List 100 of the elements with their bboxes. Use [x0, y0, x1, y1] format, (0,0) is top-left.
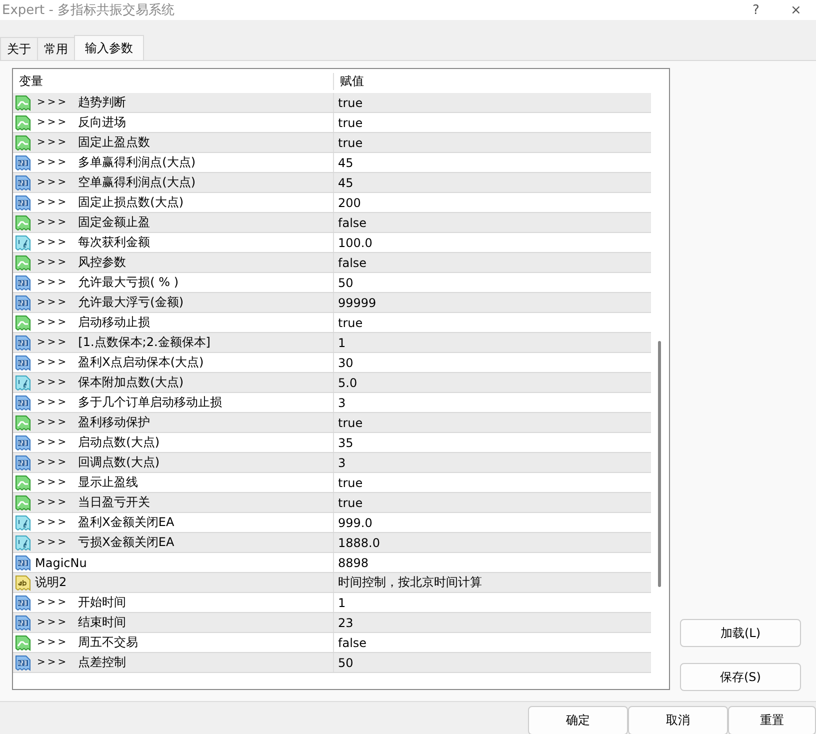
parameter-name: 显示止盈线	[78, 474, 138, 491]
parameter-name: MagicNu	[35, 556, 87, 570]
parameter-name: 盈利移动保护	[78, 414, 150, 431]
parameter-value[interactable]: false	[334, 216, 367, 230]
parameter-value[interactable]: true	[334, 416, 363, 430]
parameter-value[interactable]: 3	[334, 456, 346, 470]
number-icon	[15, 594, 31, 610]
parameter-value[interactable]: false	[334, 636, 367, 650]
parameter-name: 当日盈亏开关	[78, 494, 150, 511]
parameter-value[interactable]: 45	[334, 176, 354, 190]
tab[interactable]: 输入参数	[74, 35, 144, 60]
prefix-marker: >>>	[37, 317, 68, 328]
parameter-value[interactable]: 1	[334, 596, 346, 610]
parameter-value[interactable]: true	[334, 96, 363, 110]
ok-button[interactable]: 确定	[528, 706, 628, 734]
switch-icon	[15, 474, 31, 490]
prefix-marker: >>>	[37, 177, 68, 188]
prefix-marker: >>>	[37, 157, 68, 168]
fraction-icon	[15, 234, 31, 250]
parameter-value[interactable]: true	[334, 116, 363, 130]
prefix-marker: >>>	[37, 137, 68, 148]
number-icon	[15, 554, 31, 570]
parameter-name: 回调点数(大点)	[78, 454, 160, 471]
window-title: Expert - 多指标共振交易系统	[2, 2, 176, 19]
parameter-value[interactable]: 50	[334, 276, 354, 290]
parameter-value[interactable]: true	[334, 316, 363, 330]
parameter-value[interactable]: 50	[334, 656, 354, 670]
parameter-value[interactable]: 999.0	[334, 516, 372, 530]
parameter-name: 固定止损点数(大点)	[78, 194, 184, 211]
prefix-marker: >>>	[37, 97, 68, 108]
load-button[interactable]: 加载(L)	[680, 619, 801, 647]
column-header[interactable]: 赋值	[334, 72, 364, 90]
prefix-marker: >>>	[37, 397, 68, 408]
parameter-name: 开始时间	[78, 594, 126, 611]
switch-icon	[15, 254, 31, 270]
number-icon	[15, 154, 31, 170]
parameter-value[interactable]: 5.0	[334, 376, 358, 390]
parameter-value[interactable]: 时间控制，按北京时间计算	[334, 574, 482, 591]
prefix-marker: >>>	[37, 297, 68, 308]
parameter-name: 允许最大亏损( % )	[78, 274, 179, 291]
save-button[interactable]: 保存(S)	[680, 663, 801, 691]
prefix-marker: >>>	[37, 357, 68, 368]
parameter-value[interactable]: true	[334, 476, 363, 490]
switch-icon	[15, 414, 31, 430]
prefix-marker: >>>	[37, 117, 68, 128]
parameter-value[interactable]: 100.0	[334, 236, 372, 250]
number-icon	[15, 174, 31, 190]
parameter-value[interactable]: true	[334, 496, 363, 510]
parameter-name: 点差控制	[78, 654, 126, 671]
parameter-name: 启动点数(大点)	[78, 434, 160, 451]
number-icon	[15, 194, 31, 210]
parameter-value[interactable]: 3	[334, 396, 346, 410]
parameter-value[interactable]: 23	[334, 616, 354, 630]
parameter-name: 反向进场	[78, 114, 126, 131]
parameter-value[interactable]: 1	[334, 336, 346, 350]
prefix-marker: >>>	[37, 377, 68, 388]
parameter-name: 固定止盈点数	[78, 134, 150, 151]
parameter-value[interactable]: 45	[334, 156, 354, 170]
parameter-name: 固定金额止盈	[78, 214, 150, 231]
number-icon	[15, 354, 31, 370]
parameter-name: 趋势判断	[78, 94, 126, 111]
parameter-name: 启动移动止损	[78, 314, 150, 331]
parameter-value[interactable]: false	[334, 256, 367, 270]
switch-icon	[15, 634, 31, 650]
number-icon	[15, 334, 31, 350]
parameter-value[interactable]: 200	[334, 196, 361, 210]
parameter-name: 结束时间	[78, 614, 126, 631]
parameter-name: 说明2	[35, 574, 67, 591]
prefix-marker: >>>	[37, 197, 68, 208]
prefix-marker: >>>	[37, 617, 68, 628]
prefix-marker: >>>	[37, 457, 68, 468]
parameter-value[interactable]: 35	[334, 436, 354, 450]
close-button[interactable]: ×	[776, 2, 816, 18]
prefix-marker: >>>	[37, 657, 68, 668]
prefix-marker: >>>	[37, 217, 68, 228]
prefix-marker: >>>	[37, 417, 68, 428]
prefix-marker: >>>	[37, 257, 68, 268]
switch-icon	[15, 114, 31, 130]
reset-button[interactable]: 重置	[728, 706, 816, 734]
switch-icon	[15, 214, 31, 230]
parameter-name: [1.点数保本;2.金额保本]	[78, 334, 210, 351]
parameter-value[interactable]: 99999	[334, 296, 376, 310]
switch-icon	[15, 494, 31, 510]
parameter-value[interactable]: 30	[334, 356, 354, 370]
parameter-name: 多单赢得利润点(大点)	[78, 154, 196, 171]
cancel-button[interactable]: 取消	[628, 706, 728, 734]
column-header[interactable]: 变量	[13, 72, 334, 90]
parameter-name: 保本附加点数(大点)	[78, 374, 184, 391]
fraction-icon	[15, 534, 31, 550]
tab[interactable]: 关于	[0, 37, 38, 60]
parameter-value[interactable]: 8898	[334, 556, 369, 570]
parameter-name: 多于几个订单启动移动止损	[78, 394, 222, 411]
prefix-marker: >>>	[37, 497, 68, 508]
scrollbar-thumb[interactable]	[658, 341, 661, 587]
parameter-value[interactable]: 1888.0	[334, 536, 380, 550]
parameter-name: 盈利X点启动保本(大点)	[78, 354, 204, 371]
help-button[interactable]: ?	[736, 2, 776, 18]
parameter-value[interactable]: true	[334, 136, 363, 150]
prefix-marker: >>>	[37, 277, 68, 288]
prefix-marker: >>>	[37, 537, 68, 548]
